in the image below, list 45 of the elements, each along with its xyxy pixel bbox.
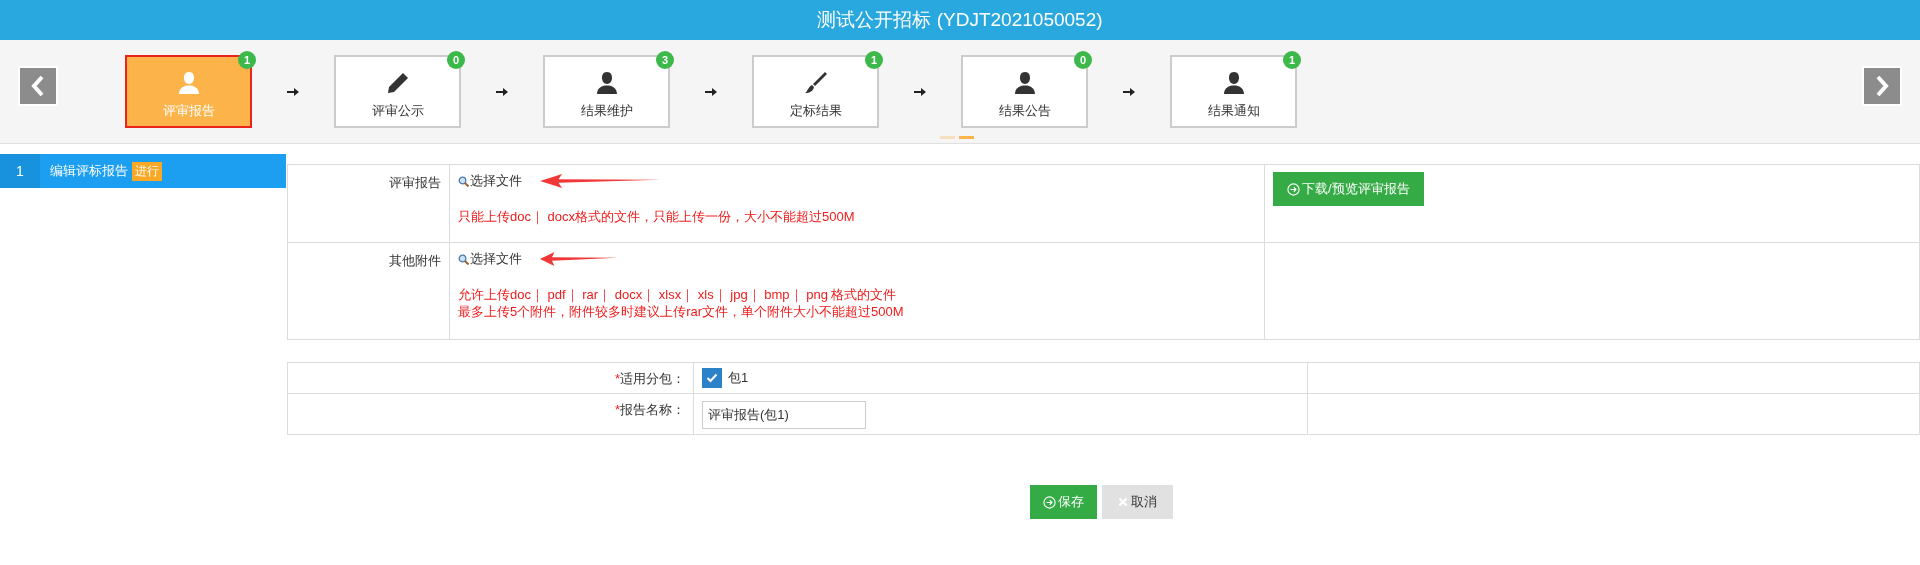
step-label: 评审公示 [371,102,424,120]
count-badge: 0 [1074,51,1092,69]
arrow-right-icon [287,86,299,97]
checkbox-label: 包1 [728,369,749,387]
chevron-left-icon [30,75,46,97]
brush-icon [802,70,829,96]
previous-button[interactable] [18,66,58,106]
count-badge: 1 [865,51,883,69]
report-name-field[interactable]: 评审报告(包1) [702,401,866,429]
field-label: *适用分包： [614,371,685,386]
field-label: 评审报告 [389,175,441,190]
field-label: 其他附件 [389,253,441,268]
checkbox[interactable] [702,368,722,388]
step-label: 定标结果 [789,102,842,120]
step-label: 结果通知 [1207,102,1260,120]
sidebar-label: 编辑评标报告 [50,162,128,180]
choose-file-link[interactable]: 选择文件 [458,172,522,190]
arrow-circle-icon [1287,182,1300,196]
check-icon [706,373,718,383]
status-tag: 进行 [132,161,162,181]
choose-file-link[interactable]: 选择文件 [458,250,522,268]
magnifier-icon [458,253,469,265]
hint-text: 允许上传doc｜ pdf｜ rar｜ docx｜ xlsx｜ xls｜ jpg｜ bmp｜ png 格式的文件 [458,286,898,303]
close-icon [1118,497,1128,507]
arrow-circle-icon [1043,495,1056,509]
arrow-right-icon [914,86,926,97]
step-number: 1 [0,154,40,188]
step-label: 结果公告 [998,102,1051,120]
arrow-right-icon [496,86,508,97]
hint-text: 最多上传5个附件，附件较多时建议上传rar文件，单个附件大小不能超过500M [458,303,905,320]
chevron-right-icon [1874,75,1890,97]
count-badge: 1 [1283,51,1301,69]
arrow-right-icon [705,86,717,97]
hint-text: 只能上传doc｜ docx格式的文件，只能上传一份，大小不能超过500M [458,208,856,225]
arrow-right-icon [1123,86,1135,97]
field-label: *报告名称： [614,402,685,417]
magnifier-icon [458,175,469,187]
step-label: 评审报告 [162,102,215,120]
next-button[interactable] [1862,66,1902,106]
count-badge: 1 [238,51,256,69]
cancel-button[interactable]: 取消 [1102,485,1173,519]
count-badge: 3 [656,51,674,69]
count-badge: 0 [447,51,465,69]
step-label: 结果维护 [580,102,633,120]
page-title: 测试公开招标 (YDJT2021050052) [817,8,1103,32]
